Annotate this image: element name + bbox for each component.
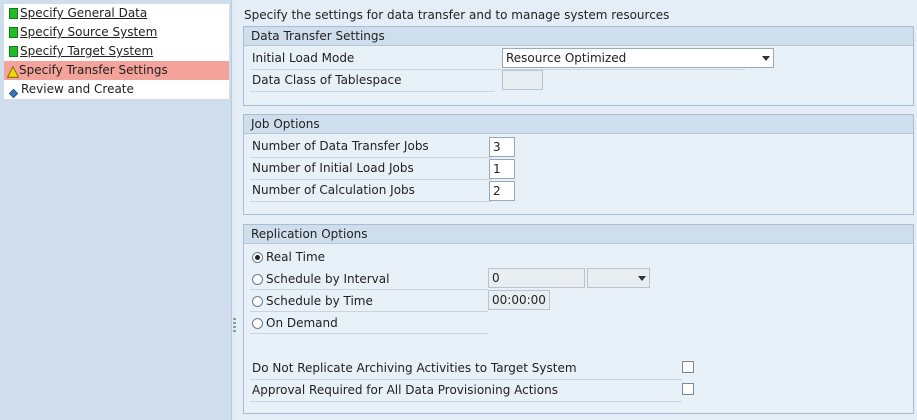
initial-load-jobs-input[interactable]: 1: [489, 159, 515, 179]
step-review-create[interactable]: Review and Create: [4, 80, 229, 99]
group-header: Data Transfer Settings: [244, 27, 913, 46]
real-time-radio[interactable]: [252, 251, 263, 263]
calculation-jobs-input[interactable]: 2: [489, 181, 515, 201]
calculation-jobs-row: Number of Calculation Jobs: [250, 179, 492, 202]
schedule-time-radio[interactable]: [252, 295, 263, 307]
schedule-time-option[interactable]: Schedule by Time: [252, 291, 373, 311]
schedule-time-field: 00:00:00: [488, 290, 550, 310]
data-transfer-jobs-row: Number of Data Transfer Jobs: [250, 135, 492, 158]
approval-row: Approval Required for All Data Provision…: [250, 379, 682, 402]
initial-load-jobs-row: Number of Initial Load Jobs: [250, 157, 492, 180]
step-label: Review and Create: [21, 82, 134, 96]
calculation-jobs-label: Number of Calculation Jobs: [252, 183, 415, 197]
group-header: Job Options: [244, 115, 913, 134]
schedule-interval-label: Schedule by Interval: [266, 272, 390, 286]
archiving-checkbox[interactable]: [682, 361, 694, 373]
data-transfer-jobs-input[interactable]: 3: [489, 137, 515, 157]
initial-load-mode-label: Initial Load Mode: [252, 51, 355, 65]
step-label[interactable]: Specify Source System: [20, 23, 157, 42]
job-options-group: Job Options Number of Data Transfer Jobs…: [243, 114, 914, 215]
interval-unit-dropdown: [587, 268, 650, 288]
chevron-down-icon[interactable]: [762, 56, 770, 61]
wizard-navigation: Specify General Data Specify Source Syst…: [0, 0, 236, 420]
step-source-system[interactable]: Specify Source System: [4, 23, 229, 42]
schedule-interval-option[interactable]: Schedule by Interval: [252, 269, 389, 289]
data-class-field: [502, 70, 543, 90]
initial-load-jobs-label: Number of Initial Load Jobs: [252, 161, 414, 175]
archiving-row: Do Not Replicate Archiving Activities to…: [250, 357, 682, 380]
step-complete-icon: [9, 46, 18, 57]
schedule-time-label: Schedule by Time: [266, 294, 373, 308]
step-label[interactable]: Specify General Data: [20, 4, 147, 23]
step-target-system[interactable]: Specify Target System: [4, 42, 229, 61]
interval-value-field: 0: [488, 268, 585, 288]
on-demand-option[interactable]: On Demand: [252, 313, 338, 333]
approval-label: Approval Required for All Data Provision…: [252, 383, 558, 397]
step-transfer-settings[interactable]: Specify Transfer Settings: [4, 61, 229, 80]
warning-triangle-icon: [6, 65, 20, 78]
data-transfer-jobs-label: Number of Data Transfer Jobs: [252, 139, 429, 153]
initial-load-mode-dropdown[interactable]: Resource Optimized: [502, 48, 774, 68]
step-label[interactable]: Specify Target System: [20, 42, 153, 61]
approval-checkbox[interactable]: [682, 383, 694, 395]
initial-load-mode-value: Resource Optimized: [506, 51, 627, 65]
group-header: Replication Options: [244, 225, 913, 244]
step-complete-icon: [9, 8, 18, 19]
replication-options-group: Replication Options Real Time Schedule b…: [243, 224, 914, 414]
data-transfer-settings-group: Data Transfer Settings Initial Load Mode…: [243, 26, 914, 106]
schedule-interval-radio[interactable]: [252, 273, 263, 285]
data-class-row: Data Class of Tablespace: [250, 69, 495, 92]
page-title: Specify the settings for data transfer a…: [244, 8, 670, 22]
diamond-icon: [8, 85, 19, 99]
real-time-label: Real Time: [266, 250, 326, 264]
on-demand-radio[interactable]: [252, 317, 263, 329]
step-complete-icon: [9, 27, 18, 38]
on-demand-label: On Demand: [266, 316, 338, 330]
step-label[interactable]: Specify Transfer Settings: [19, 61, 168, 80]
real-time-option[interactable]: Real Time: [252, 247, 325, 267]
settings-content: Specify the settings for data transfer a…: [236, 0, 917, 420]
data-class-label: Data Class of Tablespace: [252, 73, 402, 87]
step-general-data[interactable]: Specify General Data: [4, 4, 229, 23]
chevron-down-icon: [638, 276, 646, 281]
archiving-label: Do Not Replicate Archiving Activities to…: [252, 361, 577, 375]
wizard-step-list: Specify General Data Specify Source Syst…: [4, 4, 229, 99]
